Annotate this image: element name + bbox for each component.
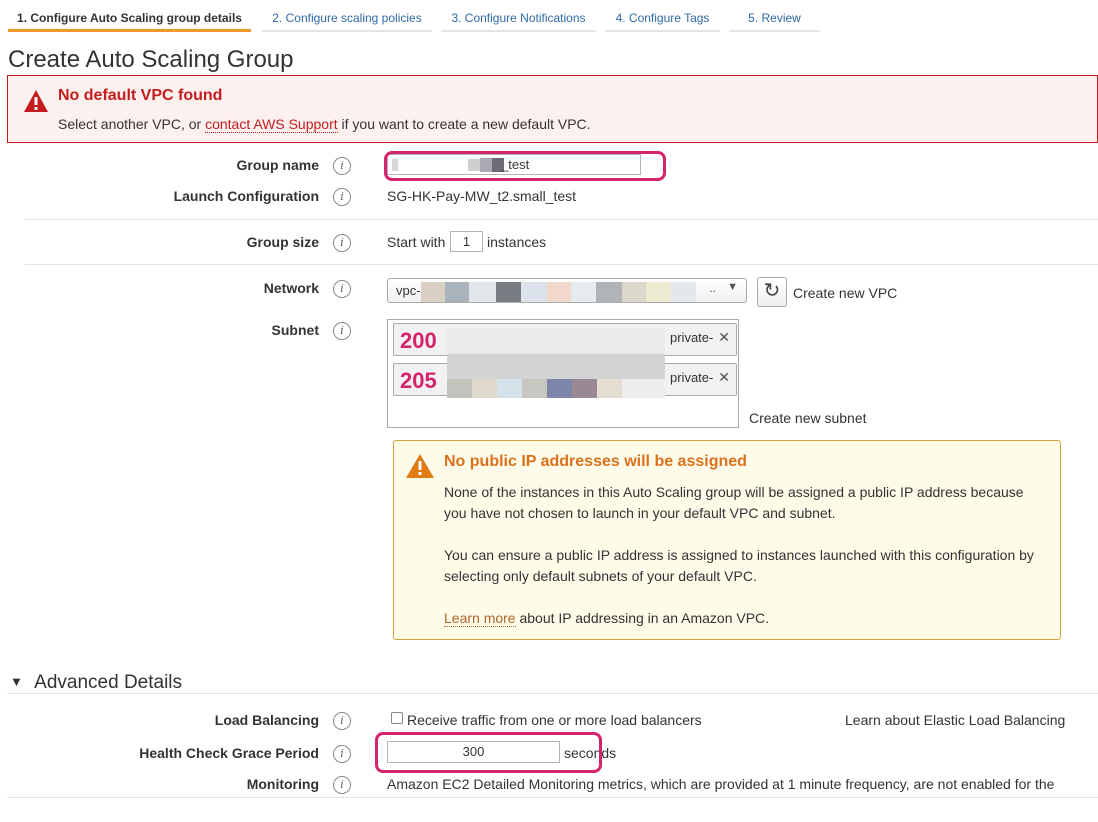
error-icon	[24, 90, 48, 112]
launch-config-value: SG-HK-Pay-MW_t2.small_test	[387, 188, 577, 204]
monitoring-text: Amazon EC2 Detailed Monitoring metrics, …	[387, 776, 1055, 792]
group-size-prefix: Start with	[387, 234, 446, 250]
advanced-details-toggle[interactable]: ▼ Advanced Details	[10, 672, 182, 694]
launch-config-label: Launch Configuration	[173, 188, 319, 204]
group-name-label: Group name	[236, 157, 319, 173]
error-text: Select another VPC, or contact AWS Suppo…	[58, 116, 591, 133]
create-subnet-link[interactable]: Create new subnet	[749, 410, 867, 426]
page-title: Create Auto Scaling Group	[8, 46, 294, 73]
redacted-block	[472, 379, 497, 398]
health-check-highlight	[375, 732, 602, 773]
caret-down-icon: ▼	[10, 674, 23, 689]
launch-config-info-icon[interactable]: i	[333, 188, 351, 206]
group-size-suffix: instances	[487, 234, 547, 250]
redacted-block	[547, 379, 572, 398]
tab-review[interactable]: 5. Review	[729, 0, 820, 32]
public-ip-warning: No public IP addresses will be assigned …	[393, 440, 1061, 640]
subnet-info-icon[interactable]: i	[333, 322, 351, 340]
divider	[25, 264, 1098, 265]
health-check-label: Health Check Grace Period	[139, 745, 319, 761]
health-check-info-icon[interactable]: i	[333, 745, 351, 763]
redacted-block	[445, 282, 469, 302]
group-size-input[interactable]: 1	[450, 231, 483, 252]
monitoring-label: Monitoring	[246, 776, 319, 792]
redacted-block	[447, 379, 472, 398]
redacted-block	[597, 379, 622, 398]
redacted-block	[522, 379, 547, 398]
tab-notifications[interactable]: 3. Configure Notifications	[441, 0, 596, 32]
redacted-block	[596, 282, 622, 302]
refresh-icon[interactable]: ↻	[757, 277, 787, 307]
elb-learn-link[interactable]: Learn about Elastic Load Balancing	[845, 712, 1065, 728]
monitoring-info-icon[interactable]: i	[333, 776, 351, 794]
redacted-block	[622, 282, 646, 302]
group-name-highlight	[384, 151, 666, 181]
tab-tags[interactable]: 4. Configure Tags	[605, 0, 720, 32]
load-balancer-checkbox-label: Receive traffic from one or more load ba…	[407, 712, 702, 728]
load-balancer-checkbox[interactable]	[391, 712, 403, 724]
redacted-block	[521, 282, 547, 302]
close-icon[interactable]: ✕	[718, 329, 730, 346]
network-info-icon[interactable]: i	[333, 280, 351, 298]
redacted-block	[571, 282, 596, 302]
error-title: No default VPC found	[58, 87, 223, 104]
redacted-block	[447, 328, 665, 354]
redacted-block	[496, 282, 521, 302]
divider	[7, 693, 1098, 694]
group-size-label: Group size	[246, 234, 319, 250]
contact-support-link[interactable]: contact AWS Support	[205, 116, 338, 133]
warning-paragraph: Learn more about IP addressing in an Ama…	[444, 610, 770, 627]
redacted-block	[469, 282, 496, 302]
ellipsis: ..	[709, 281, 716, 295]
redacted-block	[547, 282, 571, 302]
warning-title: No public IP addresses will be assigned	[444, 453, 747, 470]
group-size-info-icon[interactable]: i	[333, 234, 351, 252]
group-name-info-icon[interactable]: i	[333, 157, 351, 175]
tab-configure-details[interactable]: 1. Configure Auto Scaling group details	[8, 0, 251, 32]
divider	[7, 797, 1098, 798]
redacted-block	[447, 354, 665, 379]
load-balancing-info-icon[interactable]: i	[333, 712, 351, 730]
create-vpc-link[interactable]: Create new VPC	[793, 285, 897, 301]
redacted-block	[572, 379, 597, 398]
tab-scaling-policies[interactable]: 2. Configure scaling policies	[262, 0, 432, 32]
learn-more-link[interactable]: Learn more	[444, 610, 516, 627]
redacted-block	[646, 282, 671, 302]
warning-icon	[406, 454, 434, 478]
warning-paragraph: You can ensure a public IP address is as…	[444, 547, 1034, 584]
redacted-block	[421, 282, 445, 302]
network-label: Network	[263, 280, 319, 296]
subnet-label: Subnet	[271, 322, 319, 338]
close-icon[interactable]: ✕	[718, 369, 730, 386]
divider	[25, 219, 1098, 220]
warning-paragraph: None of the instances in this Auto Scali…	[444, 484, 1024, 521]
redacted-block	[622, 379, 665, 398]
redacted-block	[497, 379, 522, 398]
redacted-block	[671, 282, 696, 302]
advanced-details-title: Advanced Details	[34, 672, 183, 693]
chevron-down-icon: ▼	[727, 281, 738, 293]
load-balancing-label: Load Balancing	[214, 712, 319, 728]
error-banner: No default VPC found Select another VPC,…	[7, 75, 1098, 143]
